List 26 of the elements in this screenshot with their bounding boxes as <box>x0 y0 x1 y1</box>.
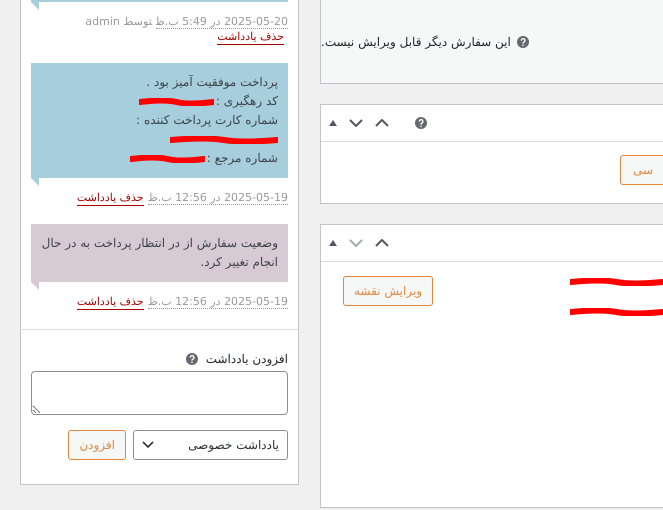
chevron-up-icon[interactable] <box>375 239 389 247</box>
bubble-tail <box>31 2 39 10</box>
note-input[interactable] <box>31 371 288 415</box>
note-text: شماره مرجع : <box>206 150 278 167</box>
note-text: کد رهگیری : <box>216 93 278 110</box>
delete-note-link[interactable]: حذف یادداشت <box>76 295 144 310</box>
note-text: شماره کارت پرداخت کننده : <box>136 112 278 129</box>
help-icon <box>415 117 427 129</box>
notice-text: این سفارش دیگر قابل ویرایش نیست. <box>321 34 511 48</box>
help-icon <box>516 36 529 48</box>
note-author: توسط admin <box>85 15 152 28</box>
chevron-up-icon[interactable] <box>375 119 389 127</box>
note-type-select[interactable]: یادداشت خصوصی <box>133 430 288 460</box>
triangle-up-icon[interactable] <box>329 120 337 126</box>
help-icon <box>186 353 198 365</box>
note-date: 2025-05-20 در 5:49 ب.ظ <box>156 15 288 29</box>
delete-note-link[interactable]: حذف یادداشت <box>217 30 284 45</box>
note-text: وضعیت سفارش از در انتظار پرداخت به در حال انجام تغییر کرد. <box>41 235 278 271</box>
triangle-up-icon[interactable] <box>329 240 337 246</box>
add-note-label: افزودن یادداشت <box>206 352 288 366</box>
note-date: 2025-05-19 در 12:56 ب.ظ <box>148 191 288 205</box>
delete-note-link[interactable]: حذف یادداشت <box>76 191 144 206</box>
chevron-down-icon <box>142 441 154 449</box>
chevron-down-icon[interactable] <box>349 119 363 127</box>
note-date: 2025-05-19 در 12:56 ب.ظ <box>148 295 288 309</box>
note-text: پرداخت موفقیت آمیز بود . <box>146 74 278 91</box>
